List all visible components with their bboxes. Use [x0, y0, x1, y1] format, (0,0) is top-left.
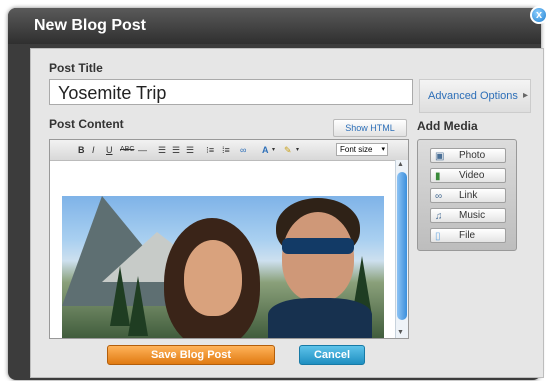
highlight-icon[interactable]: ✎	[284, 144, 292, 156]
photo-pine-tree	[110, 266, 130, 326]
link-icon: ∞	[435, 191, 443, 202]
editor-scrollbar[interactable]: ▲ ▼	[395, 160, 408, 338]
photo-icon: ▣	[435, 151, 445, 162]
photo-pine-tree	[128, 276, 148, 336]
face	[282, 212, 354, 302]
close-icon[interactable]: x	[530, 6, 548, 24]
dialog-titlebar: New Blog Post	[8, 8, 541, 44]
italic-button[interactable]: I	[92, 144, 95, 156]
link-icon[interactable]: ∞	[240, 144, 246, 156]
add-link-button[interactable]: ∞ Link	[430, 188, 506, 203]
cancel-button[interactable]: Cancel	[299, 345, 365, 365]
embedded-photo[interactable]	[62, 196, 384, 338]
bulleted-list-icon[interactable]: ⁝≡	[206, 144, 214, 156]
add-photo-label: Photo	[459, 150, 486, 161]
add-link-label: Link	[459, 190, 478, 201]
font-color-dropdown-icon[interactable]: ▾	[272, 144, 275, 156]
sunglasses	[282, 238, 354, 254]
editor-toolbar: B I U ABC — ☰ ☰ ☰ ⁝≡ ⁞≡ ∞ A ▾ ✎ ▾ Font s…	[50, 140, 408, 161]
font-color-button[interactable]: A	[262, 144, 269, 156]
face	[184, 240, 242, 316]
scrollbar-thumb[interactable]	[397, 172, 407, 320]
font-size-label: Font size	[340, 145, 373, 154]
advanced-options-label: Advanced Options	[428, 90, 518, 102]
add-file-button[interactable]: ▯ File	[430, 228, 506, 243]
scroll-down-icon[interactable]: ▼	[397, 329, 404, 336]
post-content-label: Post Content	[49, 117, 124, 131]
video-icon: ▮	[435, 171, 441, 182]
music-icon: ♫	[435, 211, 443, 222]
numbered-list-icon[interactable]: ⁞≡	[222, 144, 230, 156]
add-video-label: Video	[459, 170, 485, 181]
advanced-options-link[interactable]: Advanced Options ▸	[419, 79, 531, 113]
add-file-label: File	[459, 230, 476, 241]
strikethrough-button[interactable]: ABC	[120, 144, 134, 156]
post-title-input[interactable]: Yosemite Trip	[49, 79, 413, 105]
add-music-button[interactable]: ♫ Music	[430, 208, 506, 223]
add-video-button[interactable]: ▮ Video	[430, 168, 506, 183]
highlight-dropdown-icon[interactable]: ▾	[296, 144, 299, 156]
align-center-icon[interactable]: ☰	[172, 144, 180, 156]
font-size-select[interactable]: Font size ▾	[336, 143, 388, 156]
add-photo-button[interactable]: ▣ Photo	[430, 148, 506, 163]
underline-button[interactable]: U	[106, 144, 113, 156]
add-music-label: Music	[459, 210, 486, 221]
post-content-editor[interactable]: B I U ABC — ☰ ☰ ☰ ⁝≡ ⁞≡ ∞ A ▾ ✎ ▾ Font s…	[49, 139, 409, 339]
file-icon: ▯	[435, 231, 441, 242]
post-title-label: Post Title	[49, 61, 103, 75]
bold-button[interactable]: B	[78, 144, 85, 156]
show-html-button[interactable]: Show HTML	[333, 119, 407, 137]
scroll-up-icon[interactable]: ▲	[397, 161, 404, 168]
align-right-icon[interactable]: ☰	[186, 144, 194, 156]
horizontal-rule-button[interactable]: —	[138, 144, 147, 156]
dialog-title: New Blog Post	[34, 17, 147, 34]
shirt	[268, 298, 372, 338]
add-media-heading: Add Media	[417, 119, 478, 133]
save-blog-post-button[interactable]: Save Blog Post	[107, 345, 275, 365]
dialog-body: Post Title Yosemite Trip Advanced Option…	[30, 48, 544, 378]
new-blog-post-dialog: New Blog Post Post Title Yosemite Trip A…	[8, 8, 544, 380]
chevron-right-icon: ▸	[522, 90, 528, 101]
add-media-panel: ▣ Photo ▮ Video ∞ Link ♫ Music ▯ File	[417, 139, 517, 251]
align-left-icon[interactable]: ☰	[158, 144, 166, 156]
chevron-down-icon: ▾	[381, 146, 385, 153]
